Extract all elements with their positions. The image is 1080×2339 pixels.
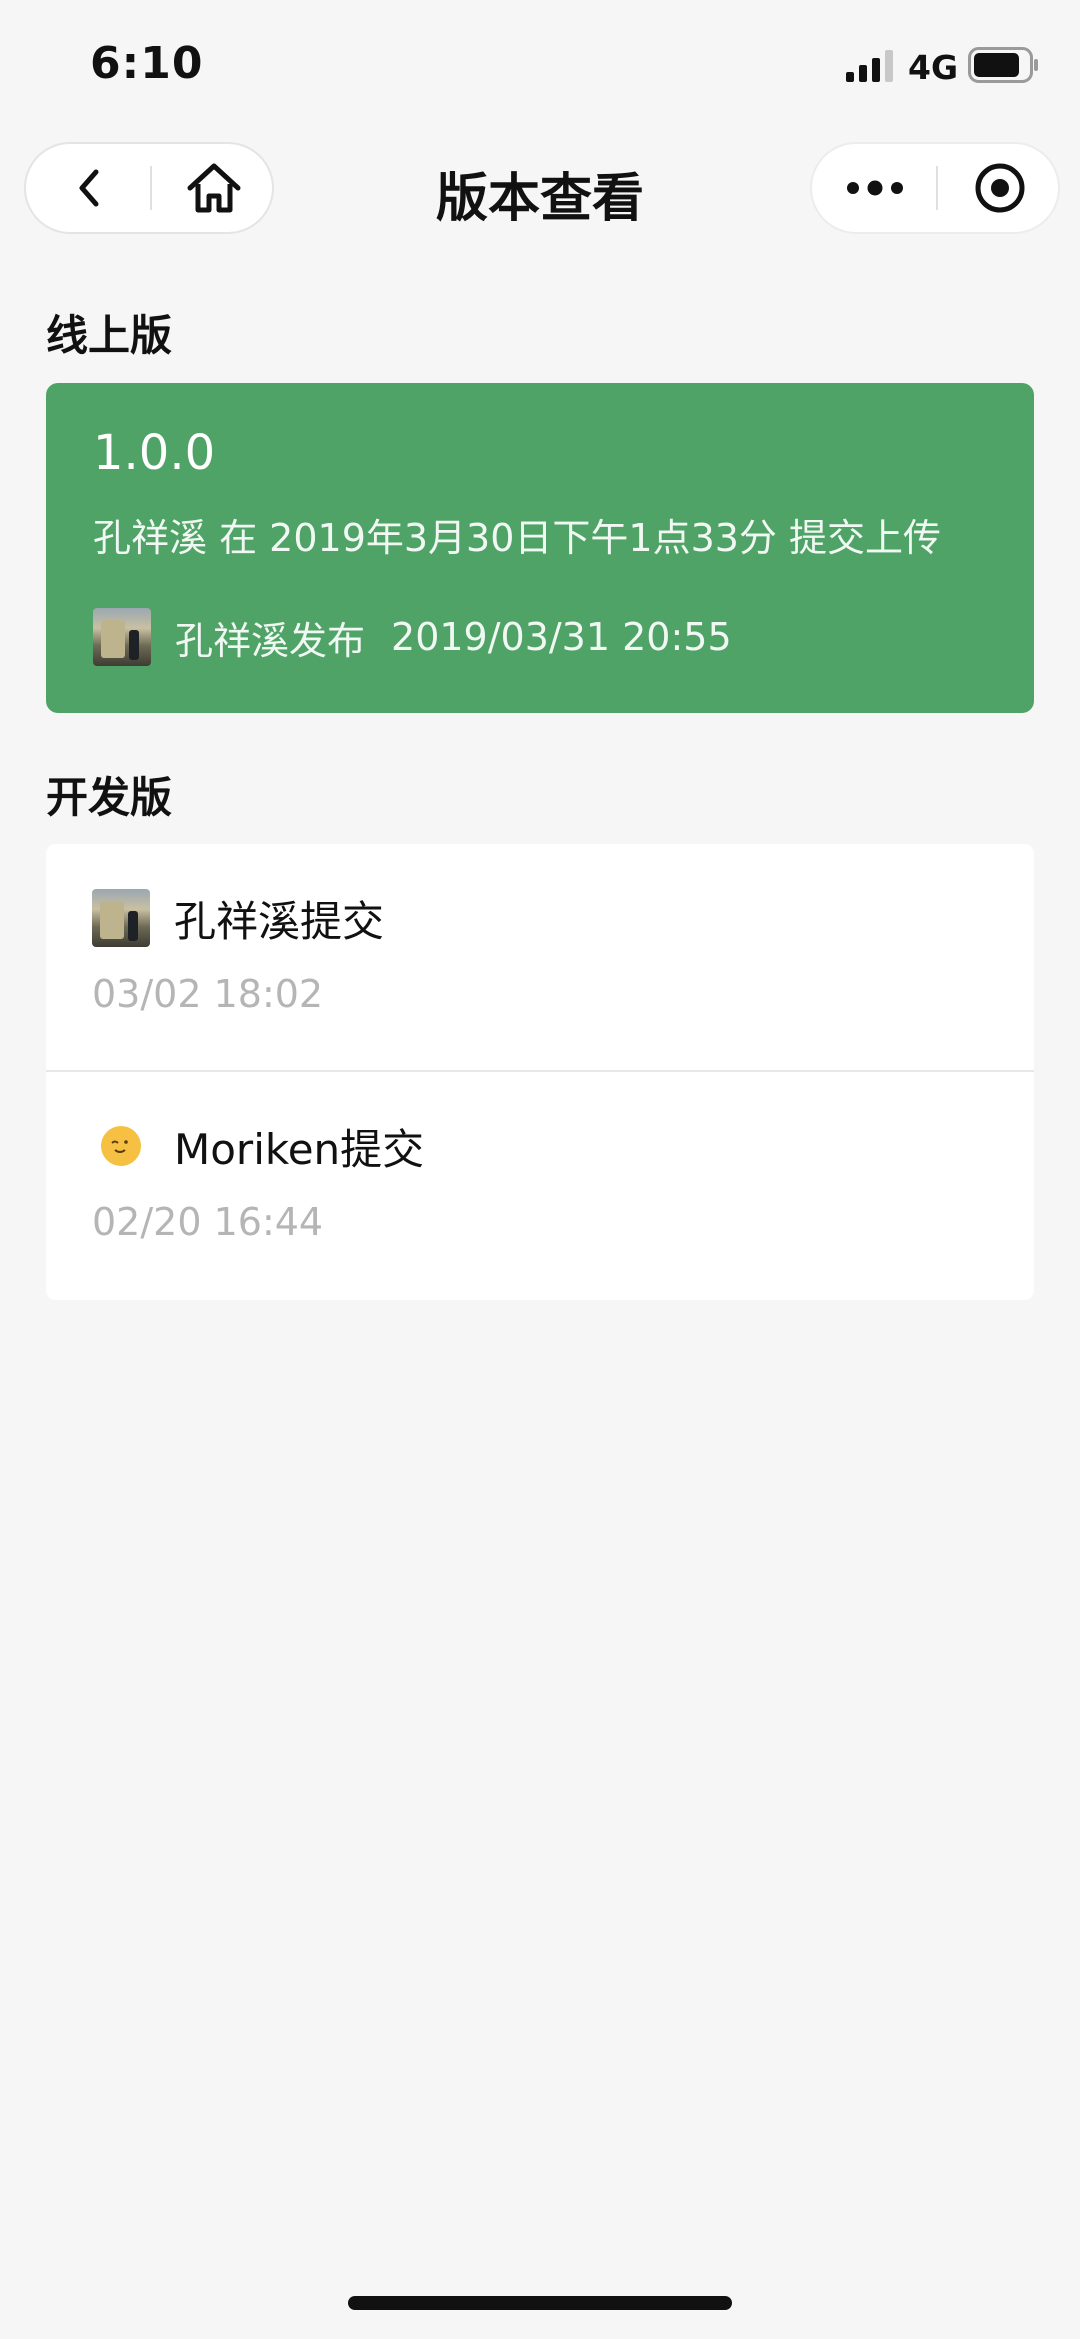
status-time: 6:10 xyxy=(90,38,204,89)
list-item[interactable]: Moriken提交 02/20 16:44 xyxy=(46,1072,1034,1300)
dev-version-list: 孔祥溪提交 03/02 18:02 Moriken提交 02/20 16:44 xyxy=(46,844,1034,1300)
dev-item-time: 03/02 18:02 xyxy=(92,972,324,1016)
commit-info: 孔祥溪 在 2019年3月30日下午1点33分 提交上传 xyxy=(93,516,942,560)
dev-item-name: 孔祥溪提交 xyxy=(174,896,385,946)
dev-item-row: Moriken提交 xyxy=(92,1116,424,1176)
dev-item-time: 02/20 16:44 xyxy=(92,1200,324,1244)
version-number: 1.0.0 xyxy=(93,425,216,481)
battery-icon xyxy=(968,47,1038,83)
close-miniprogram-button[interactable] xyxy=(937,144,1062,232)
publisher-row: 孔祥溪发布 2019/03/31 20:55 xyxy=(93,607,732,667)
status-bar: 6:10 4G xyxy=(0,0,1080,130)
dev-item-row: 孔祥溪提交 xyxy=(92,888,384,948)
smiley-avatar-icon xyxy=(92,1117,150,1175)
home-indicator xyxy=(348,2296,732,2310)
more-dots-icon xyxy=(846,180,903,196)
avatar xyxy=(93,608,151,666)
nav-capsule-right xyxy=(810,142,1060,234)
online-section-title: 线上版 xyxy=(46,311,173,360)
publisher-name: 孔祥溪发布 xyxy=(175,618,366,663)
dev-item-name: Moriken提交 xyxy=(174,1124,425,1174)
avatar xyxy=(92,889,150,947)
target-circle-icon xyxy=(975,163,1024,213)
screen: 6:10 4G 版本查看 线上版 1.0.0 孔祥溪 在 2019年3月30日下… xyxy=(0,0,1080,2339)
nav-bar: 版本查看 xyxy=(0,130,1080,250)
signal-icon xyxy=(846,50,893,82)
more-button[interactable] xyxy=(812,144,937,232)
online-version-card[interactable]: 1.0.0 孔祥溪 在 2019年3月30日下午1点33分 提交上传 孔祥溪发布… xyxy=(46,383,1034,713)
dev-section-title: 开发版 xyxy=(46,773,173,822)
publish-time: 2019/03/31 20:55 xyxy=(391,615,732,659)
network-label: 4G xyxy=(908,48,959,87)
list-item[interactable]: 孔祥溪提交 03/02 18:02 xyxy=(46,844,1034,1072)
